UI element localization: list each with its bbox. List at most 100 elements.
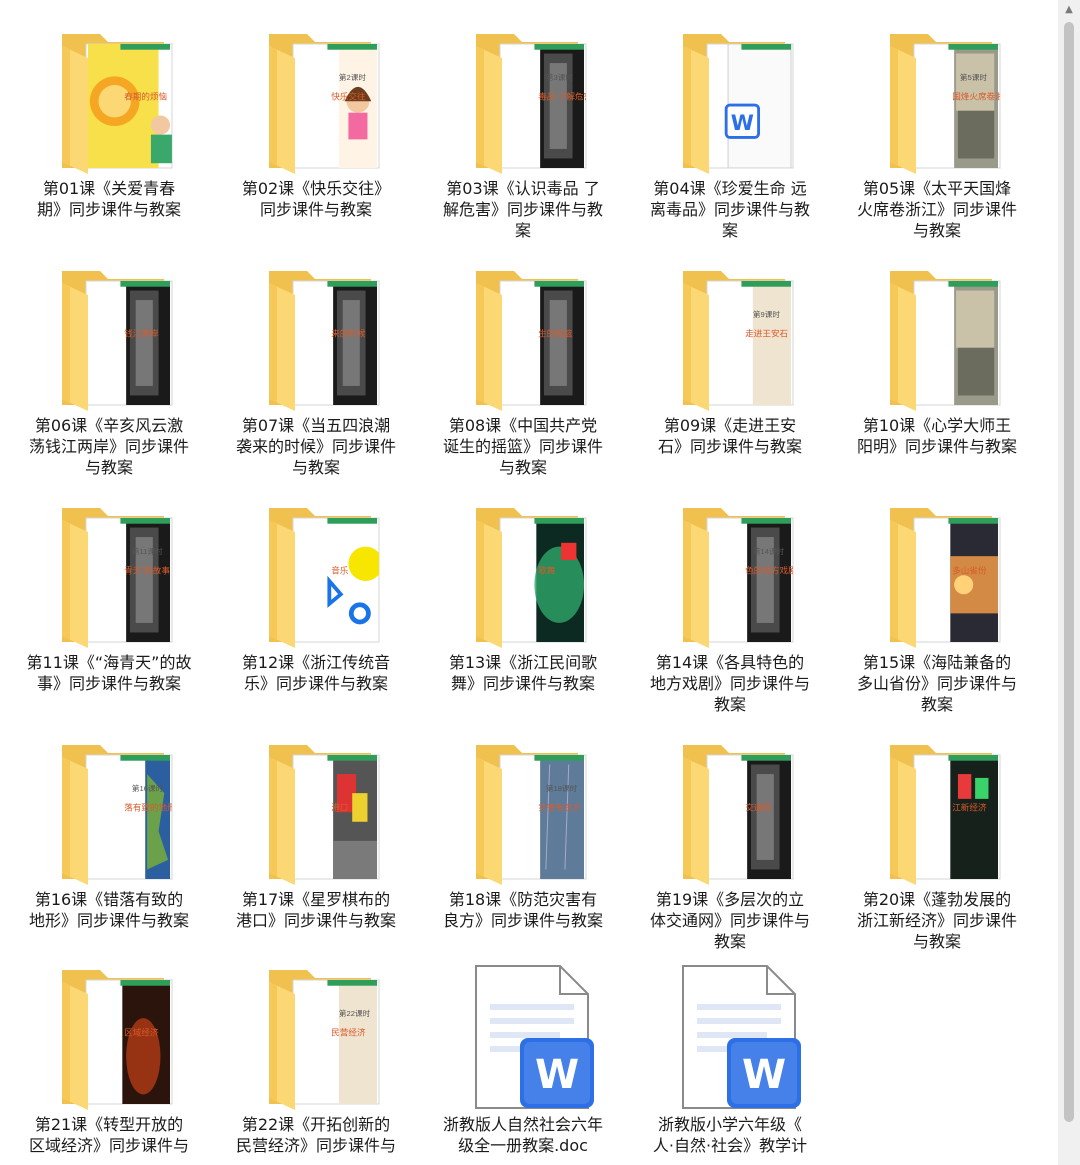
svg-text:江新经济: 江新经济 xyxy=(952,801,987,812)
svg-text:第2课时: 第2课时 xyxy=(339,72,366,82)
folder-icon: 第14课时 色的地方戏剧 xyxy=(681,502,805,650)
svg-text:港口: 港口 xyxy=(331,801,348,812)
item-label-line: 舞》同步课件与教案 xyxy=(450,674,595,693)
item-label-line: 教案 xyxy=(920,695,953,714)
svg-text:落有致的地形: 落有致的地形 xyxy=(124,801,176,812)
item-label-line: 第02课《快乐交往》 xyxy=(241,179,391,198)
svg-text:交通网: 交通网 xyxy=(745,801,771,812)
folder-icon: 第3课时毒品 了解危害 xyxy=(474,28,598,176)
folder-icon: 交通网 xyxy=(681,739,805,887)
item-label-line: 袭来的时候》同步课件 xyxy=(235,437,396,456)
item-label: 第12课《浙江传统音 乐》同步课件与教案 xyxy=(227,652,405,694)
scroll-up-arrow-icon[interactable]: ▲ xyxy=(1058,0,1080,20)
item-label-line: 港口》同步课件与教案 xyxy=(235,911,396,930)
item-label-line: 第01课《关爱青春 xyxy=(42,179,176,198)
svg-text:第18课时: 第18课时 xyxy=(546,783,578,793)
item-label: 第19课《多层次的立 体交通网》同步课件与 教案 xyxy=(641,889,819,952)
svg-text:国烽火席卷浙: 国烽火席卷浙 xyxy=(952,90,1004,101)
svg-text:音乐: 音乐 xyxy=(331,564,349,575)
item-label: 浙教版人自然社会六年 级全一册教案.doc xyxy=(434,1114,612,1156)
item-label: 第14课《各具特色的 地方戏剧》同步课件与 教案 xyxy=(641,652,819,715)
item-label-line: 第17课《星罗棋布的 xyxy=(241,890,391,909)
item-label-line: 地形》同步课件与教案 xyxy=(28,911,189,930)
folder-icon xyxy=(888,265,1012,413)
svg-text:毒品 了解危害: 毒品 了解危害 xyxy=(538,90,592,101)
item-label-line: 第13课《浙江民间歌 xyxy=(448,653,598,672)
item-label: 第04课《珍爱生命 远离毒品》同步课件与教案 xyxy=(641,178,819,241)
svg-text:春期的烦恼: 春期的烦恼 xyxy=(124,90,167,101)
item-label: 第03课《认识毒品 了解危害》同步课件与教案 xyxy=(434,178,612,241)
item-label-line: 第08课《中国共产党 xyxy=(448,416,598,435)
item-label-line: 第03课《认识毒品 了 xyxy=(446,179,600,198)
item-label-line: 体交通网》同步课件与 xyxy=(649,911,810,930)
svg-text:灾害有良方: 灾害有良方 xyxy=(538,801,581,812)
item-label: 第15课《海陆兼备的 多山省份》同步课件与 教案 xyxy=(848,652,1026,715)
item-label-line: 第11课《“海青天”的故 xyxy=(26,653,192,672)
folder-icon: 第22课时 民营经济 xyxy=(267,964,391,1112)
vertical-scrollbar[interactable]: ▲ xyxy=(1058,0,1080,1165)
item-label: 第16课《错落有致的 地形》同步课件与教案 xyxy=(20,889,198,931)
item-label-line: 第14课《各具特色的 xyxy=(655,653,805,672)
folder-icon: 第11课时 青天”的故事 xyxy=(60,502,184,650)
item-label-line: 火席卷浙江》同步课件 xyxy=(856,200,1017,219)
folder-icon: 江新经济 xyxy=(888,739,1012,887)
item-label-line: 案 xyxy=(721,221,738,240)
item-label-line: 良方》同步课件与教案 xyxy=(442,911,603,930)
item-label: 第18课《防范灾害有 良方》同步课件与教案 xyxy=(434,889,612,931)
svg-text:青天”的故事: 青天”的故事 xyxy=(124,564,170,575)
folder-icon: 第9课时 走进王安石 xyxy=(681,265,805,413)
item-label-line: 同步课件与教案 xyxy=(259,200,372,219)
item-label-line: 乐》同步课件与教案 xyxy=(243,674,388,693)
svg-text:W: W xyxy=(535,1052,579,1098)
item-label-line: 阳明》同步课件与教案 xyxy=(856,437,1017,456)
file-grid-view: 春期的烦恼 第01课《关爱青春 期》同步课件与教案 第2课时 快乐交往 第02课《快… xyxy=(0,0,1058,1165)
item-label: 第11课《“海青天”的故 事》同步课件与教案 xyxy=(20,652,198,694)
item-label: 第10课《心学大师王 阳明》同步课件与教案 xyxy=(848,415,1026,457)
item-label-line: 第12课《浙江传统音 xyxy=(241,653,391,672)
item-label: 第06课《辛亥风云激 荡钱江两岸》同步课件 与教案 xyxy=(20,415,198,478)
folder-icon: 多山省份 xyxy=(888,502,1012,650)
svg-text:歌舞: 歌舞 xyxy=(538,564,556,575)
svg-text:W: W xyxy=(742,1052,786,1098)
item-label-line: 第18课《防范灾害有 xyxy=(448,890,598,909)
svg-text:多山省份: 多山省份 xyxy=(952,564,987,575)
item-label-line: 第04课《珍爱生命 远 xyxy=(653,179,807,198)
item-label-line: 荡钱江两岸》同步课件 xyxy=(28,437,189,456)
item-label: 第08课《中国共产党 诞生的摇篮》同步课件 与教案 xyxy=(434,415,612,478)
item-label-line: 与教案 xyxy=(912,221,961,240)
svg-text:来的时候: 来的时候 xyxy=(331,327,366,338)
svg-text:钱江两岸: 钱江两岸 xyxy=(124,327,159,338)
item-label-line: 第05课《太平天国烽 xyxy=(862,179,1012,198)
folder-icon: 钱江两岸 xyxy=(60,265,184,413)
word-document-icon: W xyxy=(681,964,805,1112)
scrollbar-thumb[interactable] xyxy=(1064,22,1074,1122)
word-document-icon: W xyxy=(474,964,598,1112)
svg-text:快乐交往: 快乐交往 xyxy=(331,90,366,101)
item-label: 第21课《转型开放的 区域经济》同步课件与 xyxy=(20,1114,198,1156)
svg-text:生的摇篮: 生的摇篮 xyxy=(538,327,573,338)
item-label-line: 浙教版人自然社会六年 xyxy=(442,1115,603,1134)
item-label-line: 第19课《多层次的立 xyxy=(655,890,805,909)
folder-icon: 春期的烦恼 xyxy=(60,28,184,176)
item-label-line: 级全一册教案.doc xyxy=(458,1136,588,1155)
item-label-line: 民营经济》同步课件与 xyxy=(235,1136,396,1155)
item-label-line: 浙教版小学六年级《 xyxy=(657,1115,802,1134)
svg-text:民营经济: 民营经济 xyxy=(331,1026,366,1037)
svg-text:走进王安石: 走进王安石 xyxy=(745,327,788,338)
item-label-line: 教案 xyxy=(713,695,746,714)
item-label-line: 地方戏剧》同步课件与 xyxy=(649,674,810,693)
svg-text:第3课时: 第3课时 xyxy=(546,72,573,82)
item-label: 第13课《浙江民间歌 舞》同步课件与教案 xyxy=(434,652,612,694)
item-label-line: 人·自然·社会》教学计 xyxy=(652,1136,808,1155)
item-label-line: 教案 xyxy=(713,932,746,951)
item-label-line: 第07课《当五四浪潮 xyxy=(241,416,391,435)
item-label-line: 第16课《错落有致的 xyxy=(34,890,184,909)
svg-text:色的地方戏剧: 色的地方戏剧 xyxy=(745,564,796,575)
folder-icon: 生的摇篮 xyxy=(474,265,598,413)
folder-icon: W xyxy=(681,28,805,176)
item-label-line: 第06课《辛亥风云激 xyxy=(34,416,184,435)
item-label-line: 与教案 xyxy=(912,932,961,951)
item-label-line: 诞生的摇篮》同步课件 xyxy=(442,437,603,456)
item-label: 第02课《快乐交往》 同步课件与教案 xyxy=(227,178,405,220)
svg-text:第5课时: 第5课时 xyxy=(960,72,987,82)
